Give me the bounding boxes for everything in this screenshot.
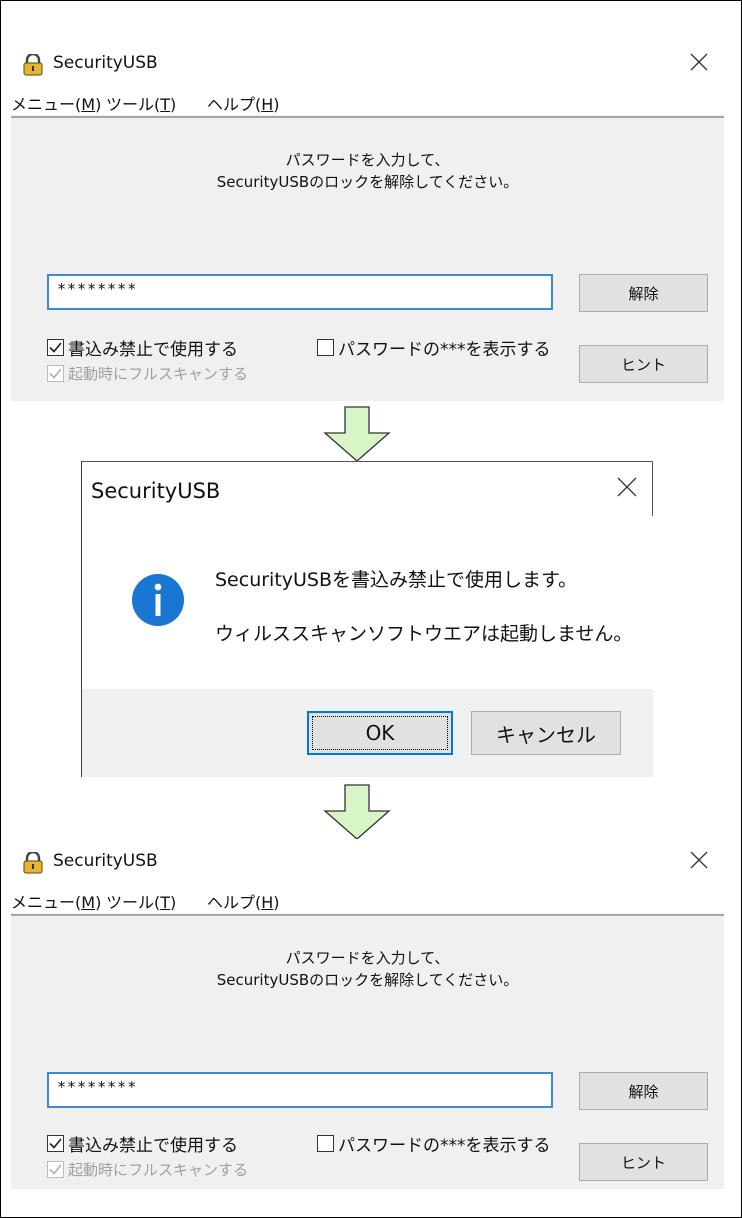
info-icon [131, 573, 185, 627]
scan-on-start-label: 起動時にフルスキャンする [68, 365, 249, 383]
down-arrow-icon [323, 784, 391, 840]
menu-tools[interactable]: ツール(T) [106, 889, 176, 913]
menu-help[interactable]: ヘルプ(H) [207, 889, 280, 913]
cancel-button[interactable]: キャンセル [471, 711, 621, 755]
password-input[interactable]: ******** [47, 274, 553, 310]
checkbox-checked-icon [47, 1135, 64, 1152]
prompt-message: パスワードを入力して、 SecurityUSBのロックを解除してください。 [121, 149, 614, 193]
app-window-top: SecurityUSB メニュー(M) ツール(T) ヘルプ(H) パスワードを… [11, 41, 724, 401]
hint-button[interactable]: ヒント [579, 345, 708, 383]
write-protect-checkbox[interactable]: 書込み禁止で使用する [47, 1131, 238, 1156]
down-arrow-icon [323, 406, 391, 462]
app-window-bottom: SecurityUSB メニュー(M) ツール(T) ヘルプ(H) パスワードを… [11, 839, 724, 1189]
menu-menu[interactable]: メニュー(M) [11, 889, 101, 913]
checkbox-checked-disabled-icon [47, 365, 64, 382]
checkbox-checked-disabled-icon [47, 1161, 64, 1178]
show-password-label: パスワードの***を表示する [338, 1136, 551, 1156]
write-protect-label: 書込み禁止で使用する [68, 1136, 238, 1156]
window-title: SecurityUSB [53, 851, 158, 871]
password-input[interactable]: ******** [47, 1072, 553, 1108]
dialog-message-line-1: SecurityUSBを書込み禁止で使用します。 [215, 569, 578, 591]
lock-icon [23, 52, 43, 76]
prompt-line-1: パスワードを入力して、 [285, 949, 450, 967]
message-dialog: SecurityUSB SecurityUSBを書込み禁止で使用します。 ウィル… [81, 461, 653, 777]
title-bar: SecurityUSB [11, 41, 724, 89]
write-protect-label: 書込み禁止で使用する [68, 340, 238, 360]
show-password-label: パスワードの***を表示する [338, 340, 551, 360]
ok-button[interactable]: OK [307, 711, 453, 755]
menu-separator [11, 914, 724, 916]
menu-tools[interactable]: ツール(T) [106, 91, 176, 115]
unlock-button[interactable]: 解除 [579, 1072, 708, 1110]
checkbox-unchecked-icon [317, 339, 334, 356]
show-password-checkbox[interactable]: パスワードの***を表示する [317, 1131, 551, 1156]
close-icon[interactable] [688, 51, 710, 73]
scan-on-start-checkbox: 起動時にフルスキャンする [47, 1159, 248, 1180]
hint-button[interactable]: ヒント [579, 1143, 708, 1181]
figure-frame: SecurityUSB メニュー(M) ツール(T) ヘルプ(H) パスワードを… [0, 0, 742, 1218]
close-icon[interactable] [688, 849, 710, 871]
menu-menu[interactable]: メニュー(M) [11, 91, 101, 115]
prompt-line-1: パスワードを入力して、 [285, 151, 450, 169]
checkbox-unchecked-icon [317, 1135, 334, 1152]
dialog-right-border [652, 461, 653, 516]
dialog-title: SecurityUSB [91, 479, 221, 503]
lock-icon [23, 850, 43, 874]
prompt-line-2: SecurityUSBのロックを解除してください。 [216, 971, 519, 989]
prompt-line-2: SecurityUSBのロックを解除してください。 [216, 173, 519, 191]
prompt-message: パスワードを入力して、 SecurityUSBのロックを解除してください。 [121, 947, 614, 991]
dialog-top-border [81, 461, 653, 462]
dialog-message-line-2: ウィルススキャンソフトウエアは起動しません。 [215, 623, 633, 645]
unlock-button[interactable]: 解除 [579, 274, 708, 312]
write-protect-checkbox[interactable]: 書込み禁止で使用する [47, 335, 238, 360]
scan-on-start-checkbox: 起動時にフルスキャンする [47, 363, 248, 384]
show-password-checkbox[interactable]: パスワードの***を表示する [317, 335, 551, 360]
close-icon[interactable] [615, 475, 639, 499]
title-bar: SecurityUSB [11, 839, 724, 887]
scan-on-start-label: 起動時にフルスキャンする [68, 1161, 249, 1179]
dialog-left-border [81, 461, 82, 777]
menu-separator [11, 116, 724, 118]
menu-help[interactable]: ヘルプ(H) [207, 91, 280, 115]
window-title: SecurityUSB [53, 53, 158, 73]
menu-bar: メニュー(M) ツール(T) ヘルプ(H) [11, 89, 724, 115]
menu-bar: メニュー(M) ツール(T) ヘルプ(H) [11, 887, 724, 913]
checkbox-checked-icon [47, 339, 64, 356]
